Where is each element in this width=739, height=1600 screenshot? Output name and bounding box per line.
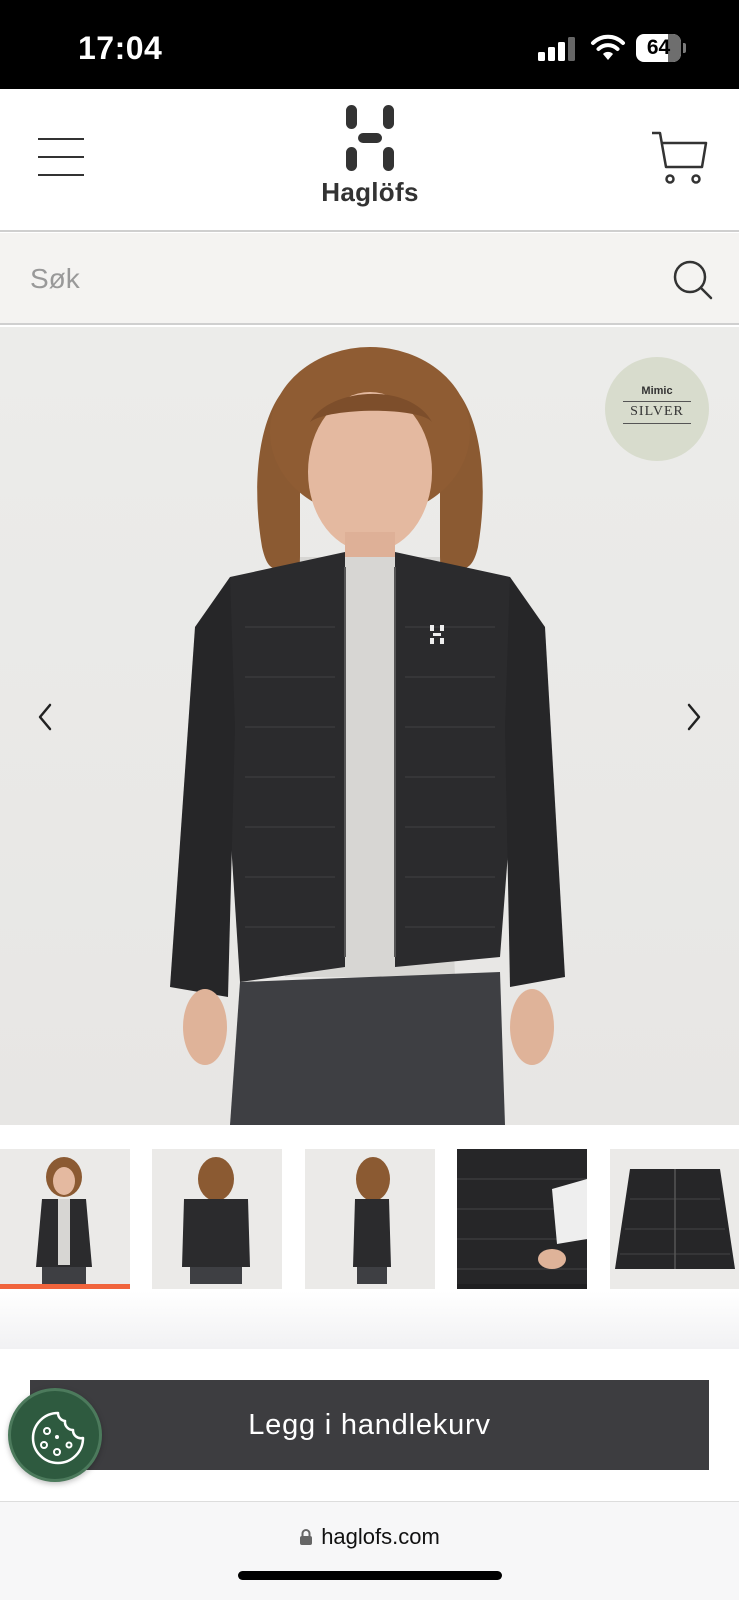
thumbnail-front[interactable] [0, 1149, 130, 1289]
site-header: Haglöfs [0, 89, 739, 232]
search-bar [0, 233, 739, 325]
add-to-cart-button[interactable]: Legg i handlekurv [30, 1380, 709, 1470]
badge-top-label: Mimic [641, 385, 673, 397]
wifi-icon [591, 34, 625, 60]
product-image[interactable]: Mimic SILVER [0, 327, 739, 1125]
browser-url-bar[interactable]: haglofs.com [0, 1501, 739, 1600]
cookie-icon [31, 1411, 85, 1465]
home-indicator[interactable] [238, 1571, 502, 1580]
battery-icon: 64 [636, 34, 686, 62]
thumbnail-side[interactable] [305, 1149, 435, 1289]
add-to-cart-area: Legg i handlekurv [0, 1349, 739, 1501]
haglofs-logo-icon [346, 105, 394, 171]
status-bar: 17:04 64 [0, 0, 739, 89]
product-badge: Mimic SILVER [605, 357, 709, 461]
brand-name: Haglöfs [321, 177, 419, 207]
lock-icon [300, 1529, 313, 1545]
thumbnail-detail[interactable] [457, 1149, 587, 1289]
status-time: 17:04 [78, 30, 163, 66]
chevron-right-icon[interactable] [679, 697, 709, 737]
thumbnail-flat[interactable] [610, 1149, 739, 1289]
search-icon[interactable] [672, 259, 714, 301]
url-text: haglofs.com [321, 1524, 440, 1549]
badge-bottom-label: SILVER [630, 404, 684, 419]
divider [0, 1291, 739, 1349]
search-input[interactable] [30, 257, 630, 301]
brand-logo[interactable]: Haglöfs [310, 105, 430, 217]
cellular-signal-icon [538, 37, 578, 61]
cart-icon[interactable] [650, 129, 708, 187]
thumbnail-back[interactable] [152, 1149, 282, 1289]
cookie-settings-button[interactable] [8, 1388, 102, 1482]
chevron-left-icon[interactable] [30, 697, 60, 737]
thumbnail-strip [0, 1149, 739, 1291]
battery-level: 64 [646, 36, 671, 59]
menu-button[interactable] [38, 138, 84, 176]
